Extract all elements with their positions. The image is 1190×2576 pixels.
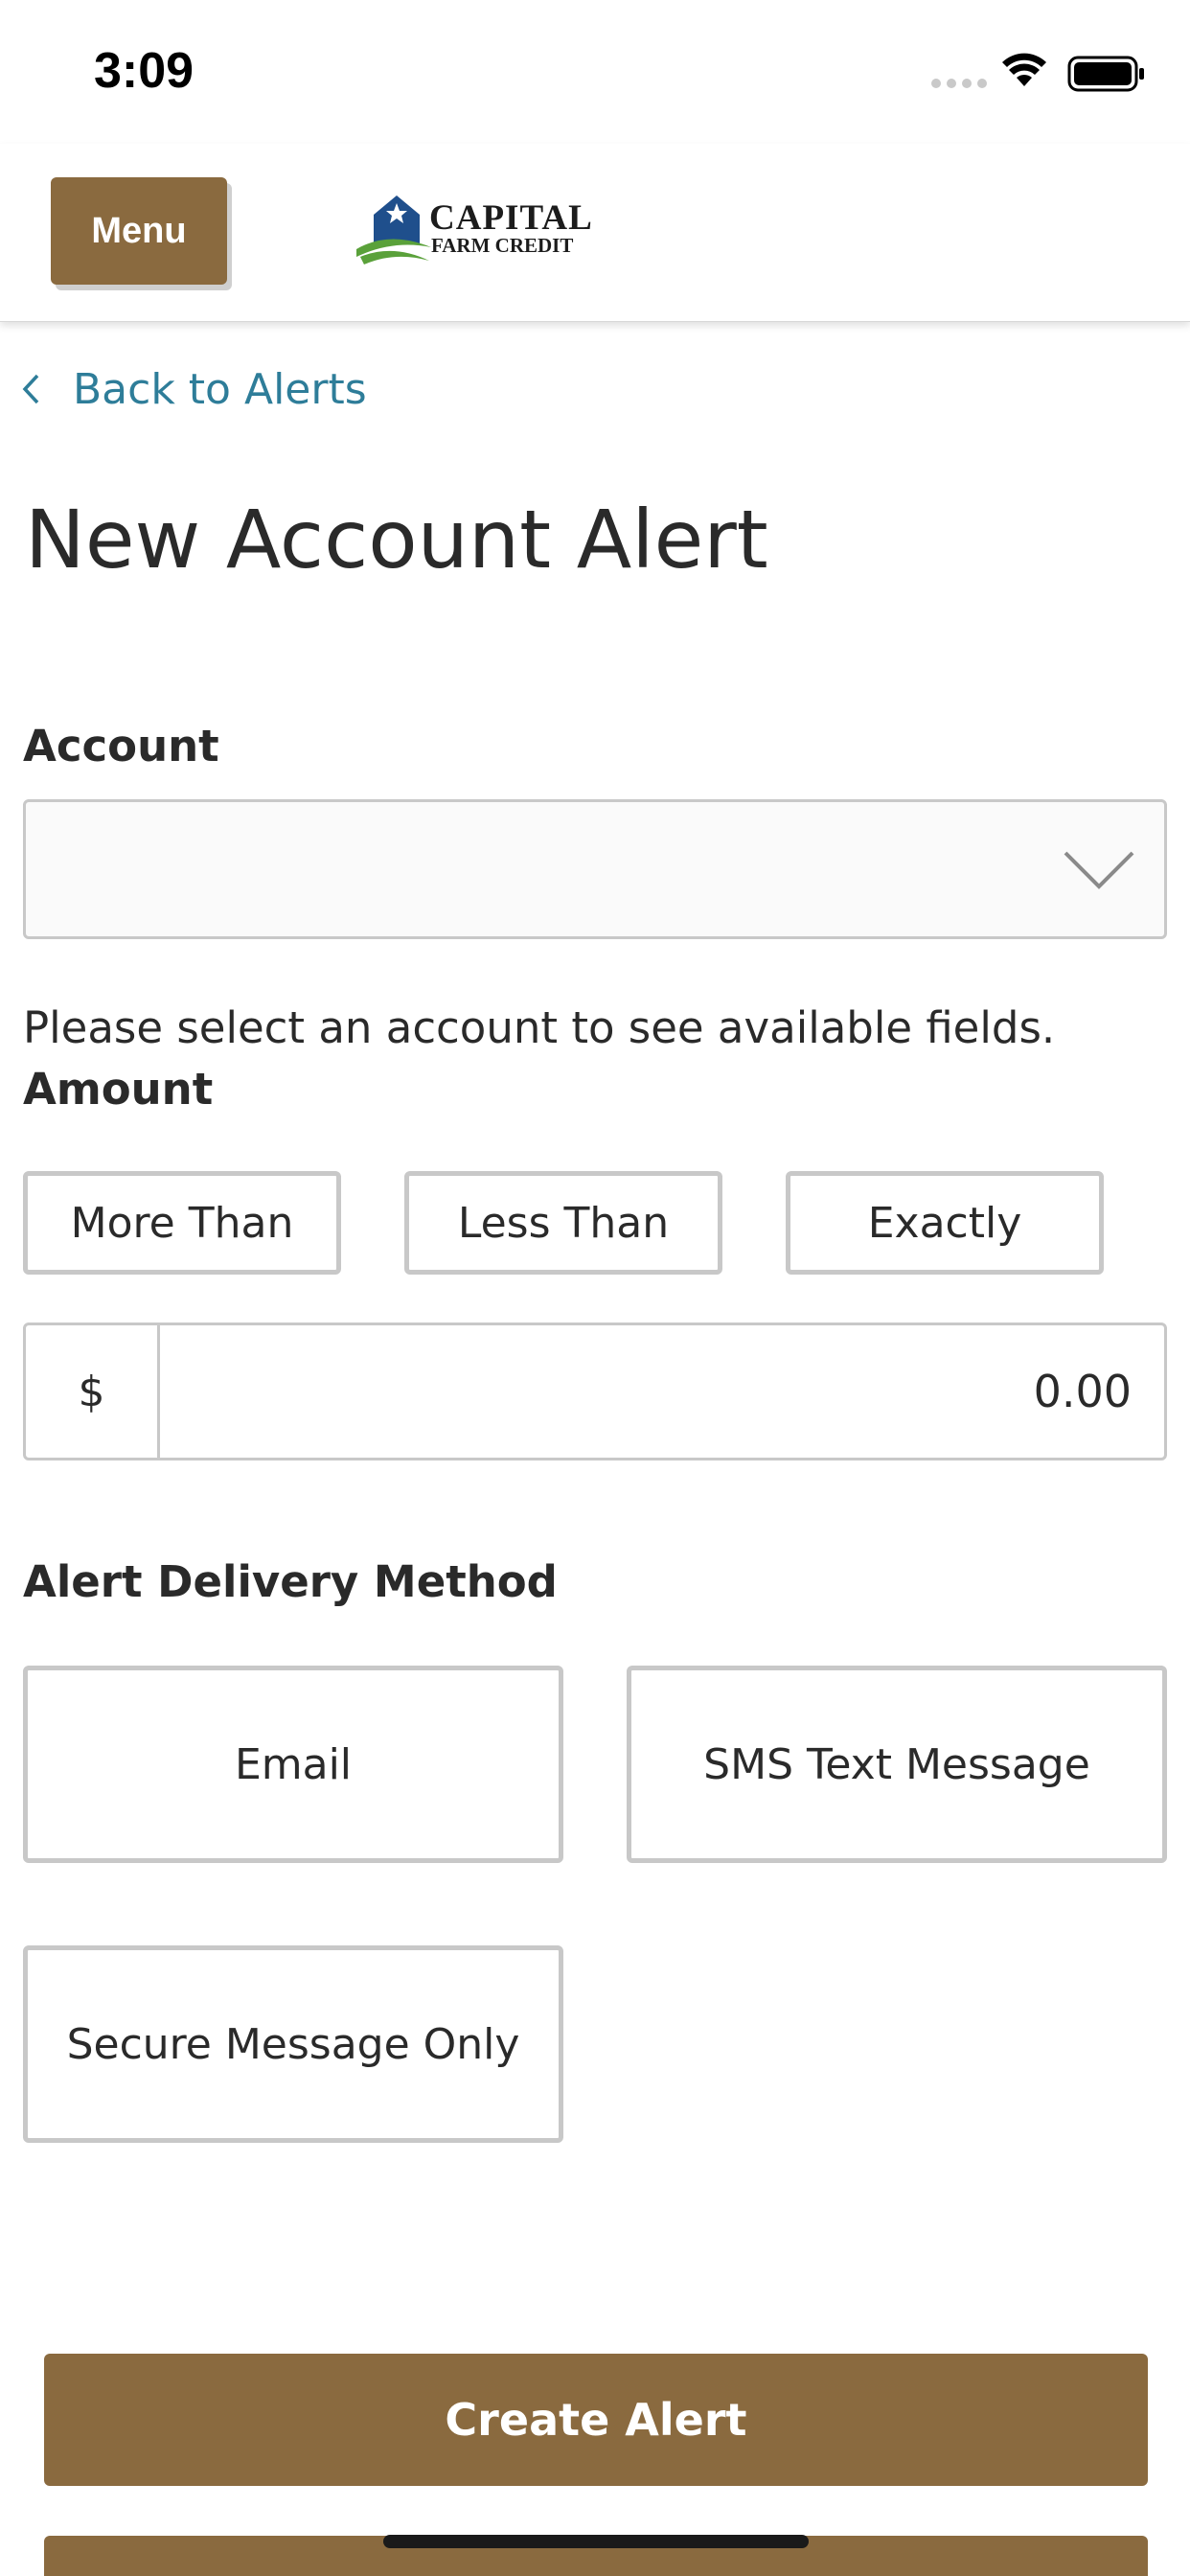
logo-text-farm-credit: FARM CREDIT (431, 234, 574, 257)
amount-input[interactable]: 0.00 (160, 1325, 1164, 1458)
logo-text-capital: CAPITAL (429, 198, 593, 238)
amount-input-group: $ 0.00 (23, 1322, 1167, 1460)
wifi-icon (1002, 53, 1046, 86)
create-alert-button[interactable]: Create Alert (44, 2354, 1148, 2486)
page-title: New Account Alert (25, 493, 768, 586)
barn-logo-icon (356, 196, 431, 264)
account-select[interactable] (23, 799, 1167, 939)
back-to-alerts-link[interactable]: Back to Alerts (21, 360, 367, 418)
battery-icon (1067, 56, 1144, 92)
menu-button[interactable]: Menu (51, 177, 227, 285)
status-bar: 3:09 (0, 0, 1190, 144)
chevron-down-icon (1064, 851, 1134, 889)
back-link-label: Back to Alerts (73, 364, 367, 414)
amount-label: Amount (23, 1064, 214, 1115)
account-help-text: Please select an account to see availabl… (23, 1002, 1056, 1053)
status-time: 3:09 (94, 43, 195, 99)
exactly-button[interactable]: Exactly (786, 1171, 1104, 1275)
less-than-button[interactable]: Less Than (404, 1171, 722, 1275)
more-than-button[interactable]: More Than (23, 1171, 341, 1275)
sms-option-button[interactable]: SMS Text Message (627, 1666, 1167, 1863)
cellular-signal-icon (931, 79, 987, 88)
secure-message-option-button[interactable]: Secure Message Only (23, 1945, 563, 2143)
account-label: Account (23, 721, 219, 771)
app-screen: 3:09 Menu CAPITAL FARM CREDIT Back to Al… (0, 0, 1190, 2576)
chevron-left-icon (21, 373, 40, 405)
email-option-button[interactable]: Email (23, 1666, 563, 1863)
delivery-method-label: Alert Delivery Method (23, 1556, 558, 1607)
capital-farm-credit-logo[interactable]: CAPITAL FARM CREDIT (355, 188, 594, 274)
app-header: Menu CAPITAL FARM CREDIT (0, 144, 1190, 322)
currency-prefix: $ (26, 1325, 160, 1458)
home-indicator[interactable] (383, 2535, 809, 2548)
